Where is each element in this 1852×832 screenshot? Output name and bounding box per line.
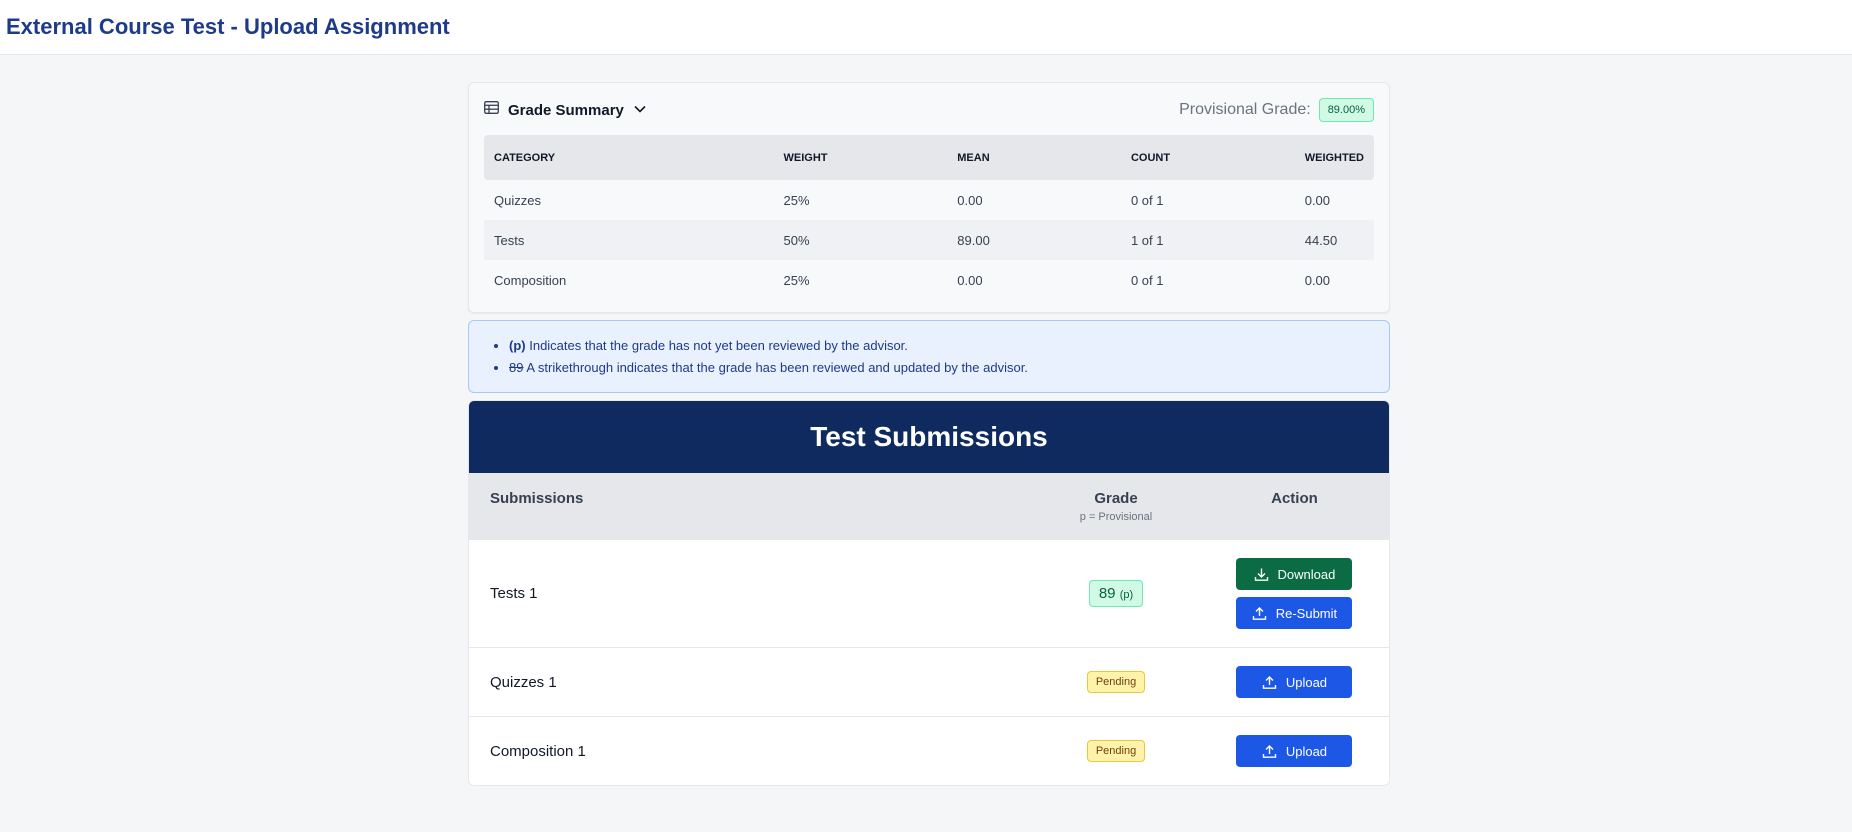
grade-summary-header: Grade Summary Provisional Grade: 89.00%	[484, 97, 1374, 123]
column-header-category: CATEGORY	[484, 135, 774, 180]
cell-weight: 25%	[783, 272, 810, 288]
legend-item-strikethrough: 89 A strikethrough indicates that the gr…	[509, 357, 1374, 379]
provisional-grade: Provisional Grade: 89.00%	[1179, 98, 1374, 122]
grade-cell: Pending	[1032, 671, 1200, 693]
action-cell: Download Re-Submit	[1200, 558, 1389, 629]
column-header-weighted: WEIGHTED	[1294, 135, 1374, 180]
main-content: Grade Summary Provisional Grade: 89.00% …	[468, 82, 1390, 786]
grade-legend: (p) Indicates that the grade has not yet…	[468, 320, 1390, 393]
table-row: Quizzes 25% 0.00 0 of 1 0.00	[484, 180, 1374, 220]
status-badge: Pending	[1086, 671, 1146, 693]
grade-summary-title: Grade Summary	[508, 101, 624, 119]
cell-mean: 0.00	[957, 272, 983, 288]
cell-mean: 89.00	[947, 220, 1121, 260]
grade-summary-card: Grade Summary Provisional Grade: 89.00% …	[468, 82, 1390, 313]
test-submissions-title: Test Submissions	[810, 421, 1048, 452]
column-header-count: COUNT	[1120, 135, 1295, 180]
submission-name: Quizzes 1	[490, 673, 557, 691]
legend-marker-provisional: (p)	[509, 338, 526, 353]
legend-marker-strikethrough: 89	[509, 360, 524, 375]
upload-icon	[1262, 744, 1277, 759]
legend-text-strikethrough: A strikethrough indicates that the grade…	[523, 360, 1028, 375]
upload-button[interactable]: Upload	[1236, 666, 1353, 698]
column-header-mean: MEAN	[947, 135, 1121, 180]
page-title: External Course Test - Upload Assignment	[6, 14, 450, 39]
cell-category: Tests	[484, 220, 774, 260]
cell-count: 0 of 1	[1130, 192, 1164, 208]
grade-summary-table: CATEGORY WEIGHT MEAN COUNT WEIGHTED Quiz…	[484, 135, 1374, 300]
status-badge: Pending	[1086, 740, 1146, 762]
cell-weight: 25%	[783, 192, 810, 208]
legend-item-provisional: (p) Indicates that the grade has not yet…	[509, 335, 1374, 357]
download-button[interactable]: Download	[1236, 558, 1353, 590]
cell-count: 0 of 1	[1130, 272, 1164, 288]
column-header-weight: WEIGHT	[773, 135, 948, 180]
submission-row: Quizzes 1 Pending Upload	[469, 648, 1389, 717]
cell-weight: 50%	[773, 220, 948, 260]
cell-category: Quizzes	[494, 192, 541, 208]
upload-icon	[1252, 606, 1267, 621]
table-header-row: CATEGORY WEIGHT MEAN COUNT WEIGHTED	[484, 135, 1374, 180]
column-header-action: Action	[1271, 490, 1318, 507]
column-header-submissions: Submissions	[490, 490, 584, 507]
submission-name: Composition 1	[490, 742, 586, 760]
test-submissions-card: Test Submissions Submissions Grade p = P…	[468, 400, 1390, 786]
cell-weighted: 0.00	[1304, 272, 1331, 288]
cell-weighted: 44.50	[1294, 220, 1374, 260]
grade-badge: 89 (p)	[1088, 580, 1144, 607]
download-button-label: Download	[1277, 566, 1336, 582]
grade-value: 89	[1098, 585, 1116, 602]
submission-row: Composition 1 Pending Upload	[469, 717, 1389, 785]
upload-button-label: Upload	[1285, 674, 1328, 690]
submissions-column-headers: Submissions Grade p = Provisional Action	[469, 473, 1389, 540]
provisional-grade-badge: 89.00%	[1318, 98, 1374, 122]
upload-icon	[1262, 675, 1277, 690]
provisional-grade-label: Provisional Grade:	[1179, 101, 1311, 118]
top-bar: External Course Test - Upload Assignment	[0, 0, 1852, 55]
action-cell: Upload	[1200, 735, 1389, 767]
download-icon	[1254, 567, 1269, 582]
column-header-grade-wrap: Grade p = Provisional	[1032, 490, 1200, 540]
grade-provisional-marker: (p)	[1119, 589, 1134, 601]
cell-category: Composition	[494, 272, 567, 288]
grade-cell: Pending	[1032, 740, 1200, 762]
test-submissions-header: Test Submissions	[469, 401, 1389, 473]
grade-cell: 89 (p)	[1032, 580, 1200, 607]
table-row: Composition 25% 0.00 0 of 1 0.00	[484, 260, 1374, 300]
table-icon	[484, 101, 499, 119]
grade-summary-toggle[interactable]: Grade Summary	[484, 101, 647, 119]
submission-row: Tests 1 89 (p) Download Re-Submit	[469, 540, 1389, 648]
cell-weighted: 0.00	[1304, 192, 1331, 208]
resubmit-button-label: Re-Submit	[1275, 605, 1338, 621]
chevron-down-icon[interactable]	[633, 101, 647, 119]
table-row: Tests 50% 89.00 1 of 1 44.50	[484, 220, 1374, 260]
grade-provisional-note: p = Provisional	[1079, 511, 1153, 523]
resubmit-button[interactable]: Re-Submit	[1236, 597, 1353, 629]
legend-text-provisional: Indicates that the grade has not yet bee…	[525, 338, 908, 353]
upload-button-label: Upload	[1285, 743, 1328, 759]
submission-name: Tests 1	[490, 585, 538, 602]
upload-button[interactable]: Upload	[1236, 735, 1353, 767]
cell-count: 1 of 1	[1120, 220, 1295, 260]
column-header-grade: Grade	[1094, 490, 1138, 507]
cell-mean: 0.00	[957, 192, 983, 208]
action-cell: Upload	[1200, 666, 1389, 698]
